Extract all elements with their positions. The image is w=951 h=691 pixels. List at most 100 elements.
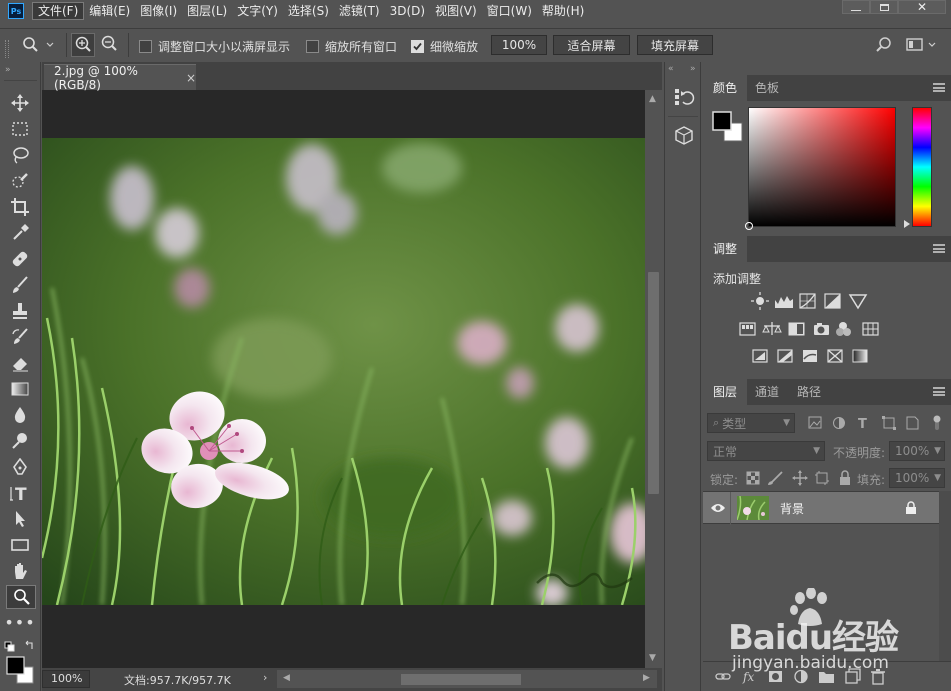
menu-view[interactable]: 视图(V) [430, 2, 482, 20]
crop-tool[interactable] [8, 196, 32, 218]
collapse-toolbar-icon[interactable]: » [5, 65, 11, 75]
opacity-field[interactable]: 100% ▼ [889, 441, 945, 461]
menu-layer[interactable]: 图层(L) [182, 2, 232, 20]
status-menu-arrow[interactable]: › [263, 671, 267, 684]
menu-type[interactable]: 文字(Y) [232, 2, 283, 20]
layer-filter-select[interactable]: ⌕ 类型 ▼ [707, 413, 795, 433]
brush-tool[interactable] [8, 274, 32, 296]
document-tab[interactable]: 2.jpg @ 100%(RGB/8) × [44, 64, 196, 92]
exposure-icon[interactable] [824, 293, 841, 309]
vertical-scrollbar[interactable]: ▲ ▼ [645, 90, 662, 668]
menu-image[interactable]: 图像(I) [135, 2, 182, 20]
tab-paths[interactable]: 路径 [787, 379, 831, 405]
tab-color[interactable]: 颜色 [703, 75, 748, 101]
zoom-in-button[interactable] [71, 33, 95, 57]
dodge-tool[interactable] [8, 430, 32, 452]
fill-screen-button[interactable]: 填充屏幕 [637, 35, 713, 55]
lock-transparent-icon[interactable] [746, 471, 760, 485]
zoom-all-option[interactable]: 缩放所有窗口 [306, 38, 397, 55]
swap-colors-icon[interactable] [25, 640, 33, 649]
scrubby-zoom-checkbox[interactable] [411, 40, 424, 53]
scroll-up-icon[interactable]: ▲ [649, 94, 656, 104]
marquee-tool[interactable] [8, 118, 32, 140]
color-panel-menu-icon[interactable] [933, 83, 945, 92]
zoom-out-button[interactable] [98, 33, 122, 57]
workspace-switcher-icon[interactable] [906, 37, 940, 53]
close-window-button[interactable]: ✕ [898, 0, 946, 14]
zoom-tool-preset-icon[interactable] [20, 36, 60, 54]
eye-icon[interactable] [710, 502, 726, 514]
color-lookup-icon[interactable] [862, 322, 879, 336]
layer-row[interactable]: 背景 [703, 491, 939, 525]
hue-saturation-icon[interactable] [739, 322, 756, 336]
vibrance-icon[interactable] [848, 294, 868, 310]
minimize-button[interactable] [842, 0, 870, 14]
type-filter-icon[interactable]: T [858, 417, 867, 431]
curves-icon[interactable] [799, 293, 816, 309]
close-document-icon[interactable]: × [186, 71, 196, 85]
canvas-image[interactable] [42, 138, 645, 605]
scroll-left-icon[interactable]: ◀ [283, 673, 290, 683]
layer-name[interactable]: 背景 [780, 500, 804, 517]
zoom-all-checkbox[interactable] [306, 40, 319, 53]
menu-edit[interactable]: 编辑(E) [84, 2, 135, 20]
color-swatches[interactable] [4, 640, 38, 688]
type-tool[interactable]: T [8, 482, 32, 504]
hand-tool[interactable] [8, 560, 32, 582]
photo-filter-icon[interactable] [814, 323, 829, 335]
path-selection-tool[interactable] [8, 508, 32, 530]
zoom-tool[interactable] [6, 585, 36, 609]
tab-adjustments[interactable]: 调整 [703, 236, 748, 262]
menu-3d[interactable]: 3D(D) [385, 2, 430, 20]
resize-windows-option[interactable]: 调整窗口大小以满屏显示 [139, 38, 290, 55]
horizontal-scrollbar[interactable]: ◀ ▶ [277, 670, 657, 688]
clone-stamp-tool[interactable] [8, 300, 32, 322]
pixel-filter-icon[interactable] [808, 416, 822, 429]
pen-tool[interactable] [8, 456, 32, 478]
lock-pixels-icon[interactable] [768, 471, 783, 485]
edit-toolbar-button[interactable]: ••• [4, 612, 34, 634]
gradient-tool[interactable] [8, 378, 32, 400]
move-tool[interactable] [8, 92, 32, 114]
quick-selection-tool[interactable] [8, 170, 32, 192]
resize-windows-checkbox[interactable] [139, 40, 152, 53]
scroll-right-icon[interactable]: ▶ [643, 673, 650, 683]
status-zoom-field[interactable]: 100% [42, 670, 90, 688]
search-icon[interactable] [876, 36, 894, 54]
fill-field[interactable]: 100% ▼ [889, 468, 945, 488]
expand-panels-icon[interactable]: » [690, 64, 696, 74]
maximize-button[interactable] [870, 0, 898, 14]
threshold-icon[interactable] [803, 350, 817, 362]
horizontal-scroll-thumb[interactable] [401, 674, 521, 685]
lock-artboard-icon[interactable] [815, 471, 829, 485]
menu-file[interactable]: 文件(F) [32, 2, 85, 20]
lock-all-icon[interactable] [840, 470, 850, 485]
history-brush-tool[interactable] [8, 326, 32, 348]
filter-toggle-icon[interactable] [933, 415, 941, 431]
blur-tool[interactable] [8, 404, 32, 426]
menu-window[interactable]: 窗口(W) [482, 2, 537, 20]
color-panel-swatches[interactable] [712, 111, 744, 143]
adjustments-panel-menu-icon[interactable] [933, 244, 945, 253]
color-picker-handle[interactable] [745, 222, 753, 230]
tab-swatches[interactable]: 色板 [745, 75, 789, 101]
menu-help[interactable]: 帮助(H) [537, 2, 589, 20]
healing-brush-tool[interactable] [8, 248, 32, 270]
tab-channels[interactable]: 通道 [745, 379, 789, 405]
black-white-icon[interactable] [788, 322, 805, 336]
fit-screen-button[interactable]: 适合屏幕 [553, 35, 630, 55]
shape-filter-icon[interactable] [882, 416, 896, 430]
brightness-icon[interactable] [751, 292, 769, 310]
eyedropper-tool[interactable] [8, 222, 32, 244]
lasso-tool[interactable] [8, 144, 32, 166]
eraser-tool[interactable] [8, 352, 32, 374]
layers-panel-menu-icon[interactable] [933, 387, 945, 396]
color-balance-icon[interactable] [762, 322, 782, 335]
channel-mixer-icon[interactable] [836, 322, 851, 336]
rectangle-tool[interactable] [8, 534, 32, 556]
blend-mode-select[interactable]: 正常 ▼ [707, 441, 825, 461]
hue-slider-marker[interactable] [904, 220, 910, 228]
zoom-percent-field[interactable]: 100% [491, 35, 547, 55]
foreground-color-swatch[interactable] [6, 656, 25, 675]
lock-position-icon[interactable] [792, 470, 808, 486]
